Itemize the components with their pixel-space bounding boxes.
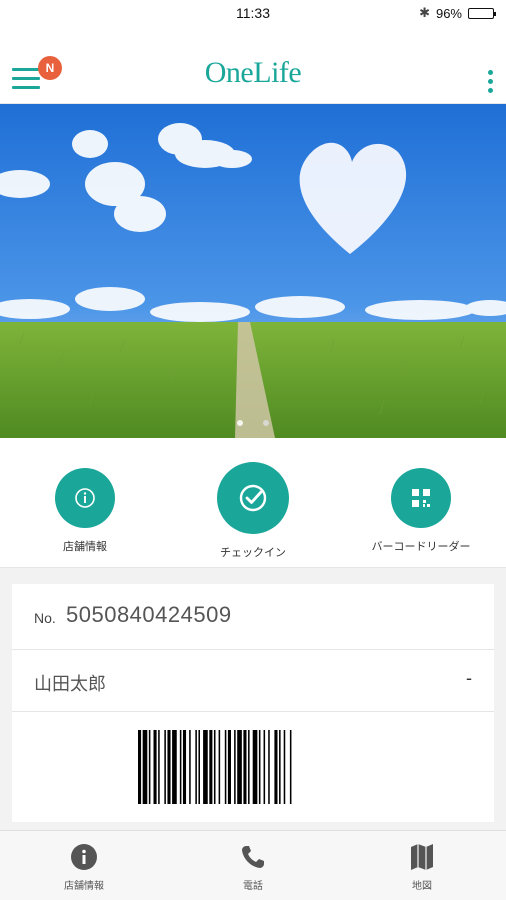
member-card: No. 5050840424509 山田太郎 - xyxy=(12,584,494,822)
member-number: 5050840424509 xyxy=(66,602,232,627)
tab-phone[interactable]: 電話 xyxy=(193,843,313,892)
action-label: 店舗情報 xyxy=(63,541,107,553)
carousel-indicator[interactable] xyxy=(0,420,506,426)
app-logo: OneLife xyxy=(204,56,302,89)
hero-image xyxy=(0,104,506,438)
tab-store-info[interactable]: 店舗情報 xyxy=(24,843,144,892)
member-number-prefix: No. xyxy=(34,610,56,626)
hero-carousel[interactable] xyxy=(0,104,506,438)
member-name: 山田太郎 xyxy=(34,674,106,694)
status-bar: 11:33 ✱ 96% xyxy=(0,0,506,28)
tab-map[interactable]: 地図 xyxy=(362,843,482,892)
bottom-tab-bar: 店舗情報 電話 地図 xyxy=(0,830,506,900)
bluetooth-icon: ✱ xyxy=(419,5,430,20)
more-options-icon[interactable] xyxy=(486,70,494,94)
map-icon xyxy=(362,843,482,871)
member-name-row: 山田太郎 - xyxy=(12,650,494,712)
info-icon xyxy=(24,843,144,871)
action-label: チェックイン xyxy=(220,547,286,559)
battery-percent: 96% xyxy=(435,5,462,21)
store-info-action[interactable]: 店舗情報 xyxy=(10,468,160,554)
tab-label: 地図 xyxy=(412,881,432,892)
member-rank: - xyxy=(466,668,472,688)
app-header: N OneLife xyxy=(0,28,506,104)
battery-icon xyxy=(468,7,496,19)
carousel-dot-active[interactable] xyxy=(237,420,243,426)
action-label: バーコードリーダー xyxy=(371,541,471,553)
member-number-row: No. 5050840424509 xyxy=(12,584,494,650)
carousel-dot[interactable] xyxy=(263,420,269,426)
qr-code-icon[interactable] xyxy=(391,468,451,528)
check-icon[interactable] xyxy=(217,462,289,534)
phone-icon xyxy=(193,843,313,871)
member-barcode xyxy=(138,730,292,804)
checkin-action[interactable]: チェックイン xyxy=(178,462,328,560)
tab-label: 店舗情報 xyxy=(64,881,104,892)
quick-actions: 店舗情報 チェックイン バーコードリーダー xyxy=(0,438,506,568)
info-icon[interactable] xyxy=(55,468,115,528)
barcode-reader-action[interactable]: バーコードリーダー xyxy=(346,468,496,554)
tab-label: 電話 xyxy=(243,881,263,892)
